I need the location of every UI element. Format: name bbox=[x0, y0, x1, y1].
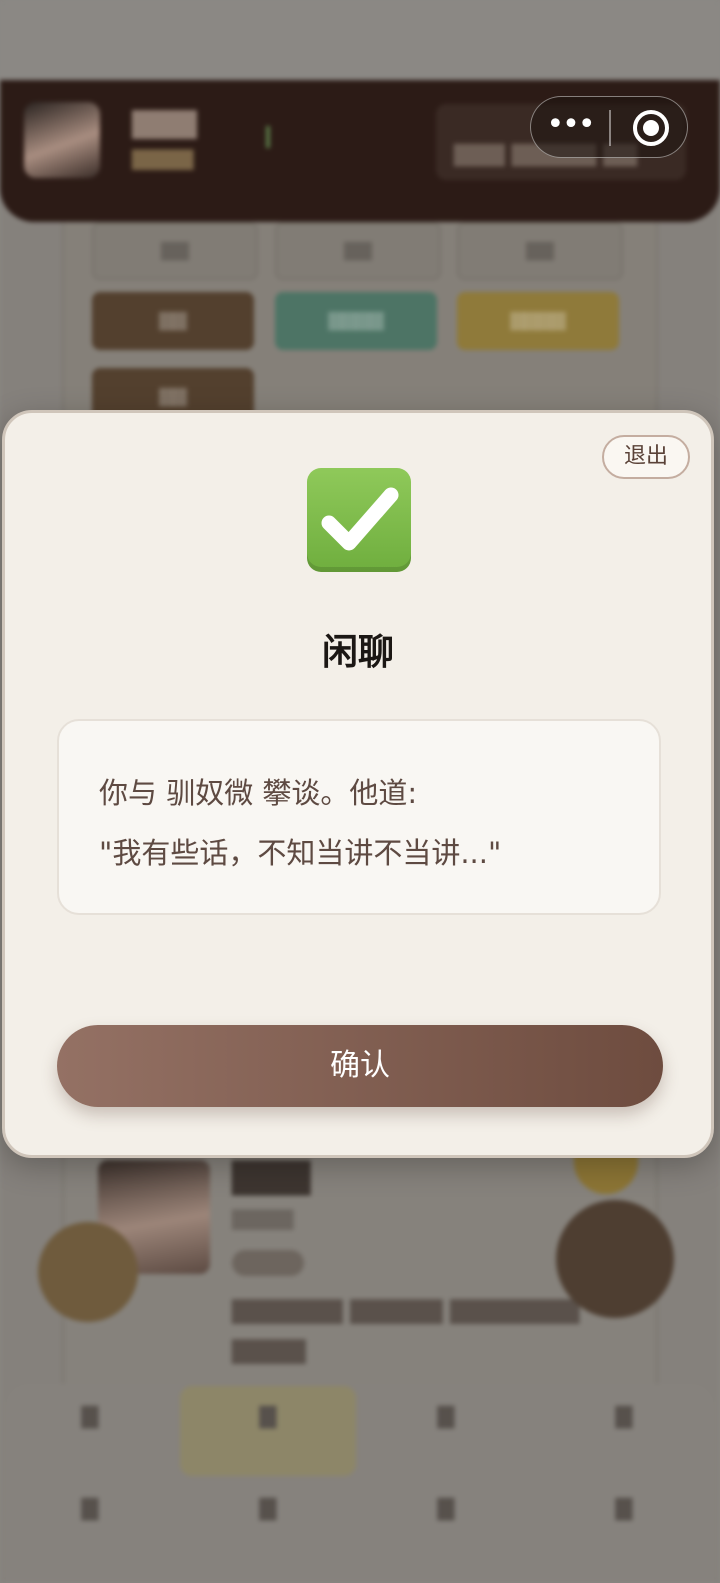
npc-quote-blurred: ▇▇▇▇▇▇ ▇▇▇▇▇ ▇▇▇▇▇▇▇ ▇▇▇▇ bbox=[232, 1296, 580, 1364]
capsule-divider bbox=[609, 110, 611, 146]
action-button: ▇▇ bbox=[92, 222, 258, 280]
player-avatar bbox=[24, 102, 100, 178]
player-name-blurred: ▇▇▇ bbox=[132, 106, 197, 139]
player-rank-blurred: ▇▇▇▇ bbox=[132, 146, 194, 170]
chat-result-modal: 退出 闲聊 你与 驯奴微 攀谈。他道: "我有些话，不知当讲不当讲..." 确认 bbox=[2, 410, 714, 1158]
miniprogram-capsule: ••• bbox=[530, 96, 688, 158]
tab-item: ▇ bbox=[81, 1496, 99, 1521]
more-icon[interactable]: ••• bbox=[531, 97, 609, 159]
confirm-button[interactable]: 确认 bbox=[57, 1025, 663, 1107]
tab-item: ▇ bbox=[615, 1404, 633, 1429]
npc-name-blurred: ▇▇▇ bbox=[232, 1156, 311, 1196]
exit-button[interactable]: 退出 bbox=[602, 435, 690, 479]
message-line: "我有些话，不知当讲不当讲..." bbox=[99, 836, 502, 870]
status-area bbox=[0, 0, 720, 80]
tab-item: ▇ bbox=[437, 1404, 455, 1429]
npc-subtitle-blurred: ▇▇▇▇ bbox=[232, 1206, 294, 1230]
player-hp-bar bbox=[266, 126, 334, 148]
tab-item: ▇ bbox=[81, 1404, 99, 1429]
action-button: ▇▇ bbox=[92, 292, 254, 350]
floating-button-left bbox=[38, 1222, 138, 1322]
tab-active-highlight bbox=[180, 1386, 356, 1476]
action-button: ▇▇▇▇ bbox=[457, 292, 619, 350]
action-button: ▇▇▇▇ bbox=[275, 292, 437, 350]
tab-item: ▇ bbox=[259, 1496, 277, 1521]
tab-item: ▇ bbox=[259, 1404, 277, 1429]
tab-item: ▇ bbox=[615, 1496, 633, 1521]
action-button: ▇▇ bbox=[457, 222, 623, 280]
check-mark-icon bbox=[307, 468, 411, 572]
message-box: 你与 驯奴微 攀谈。他道: "我有些话，不知当讲不当讲..." bbox=[57, 719, 661, 915]
npc-tag bbox=[232, 1250, 304, 1276]
message-line: 你与 驯奴微 攀谈。他道: bbox=[99, 776, 418, 810]
action-button: ▇▇ bbox=[275, 222, 441, 280]
modal-title: 闲聊 bbox=[321, 632, 394, 673]
close-miniprogram-icon[interactable] bbox=[633, 110, 669, 146]
tab-item: ▇ bbox=[437, 1496, 455, 1521]
floating-button-right bbox=[556, 1200, 674, 1318]
